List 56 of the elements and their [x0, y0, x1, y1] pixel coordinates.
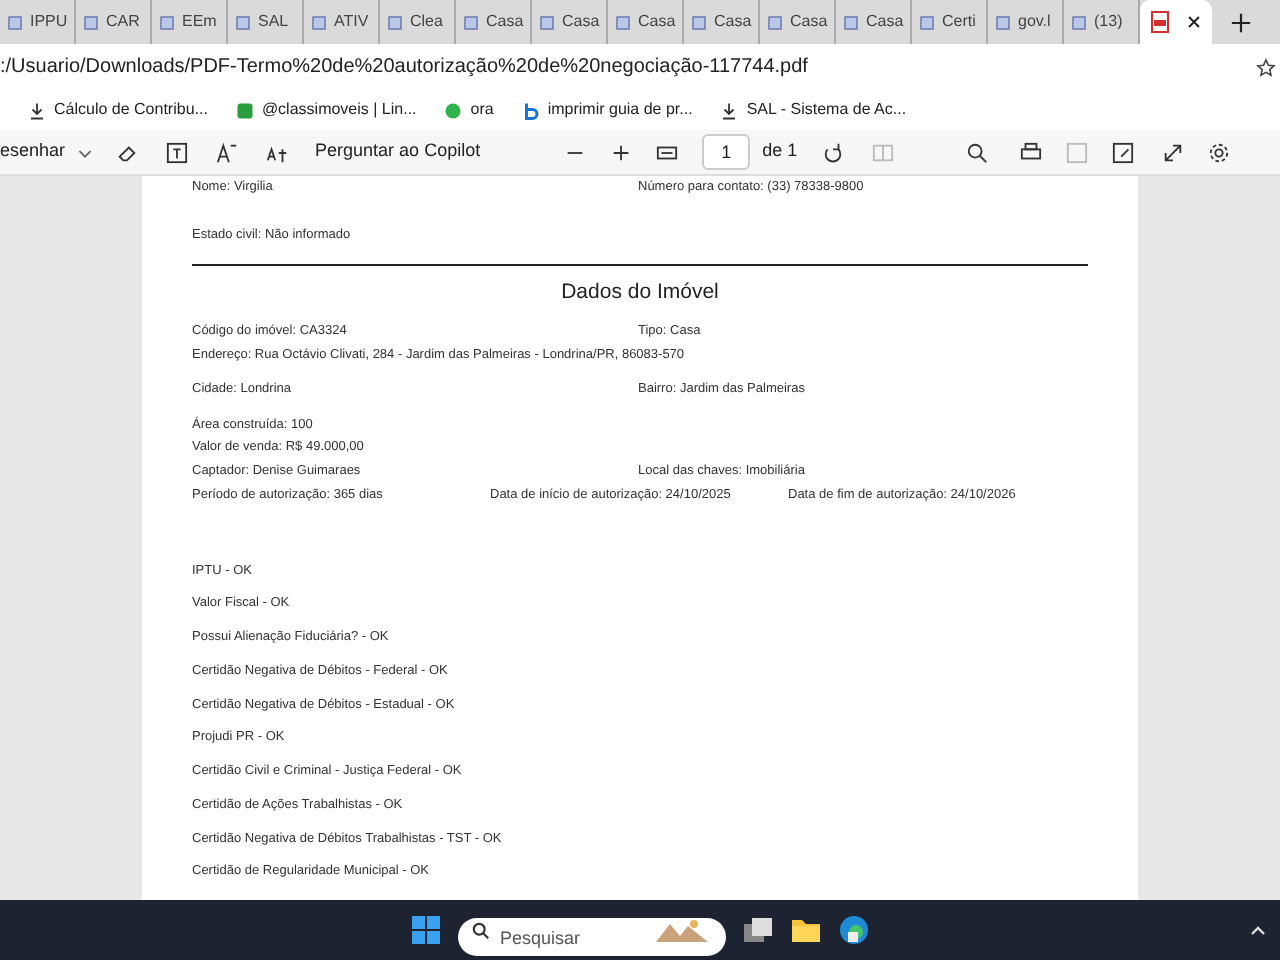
star-icon[interactable] — [1256, 57, 1276, 77]
new-tab-icon[interactable] — [1230, 11, 1252, 33]
page-icon — [690, 13, 708, 31]
site-icon — [521, 101, 540, 119]
download-icon — [28, 101, 46, 119]
bookmark-item[interactable]: ora — [444, 98, 494, 122]
site-icon — [444, 101, 463, 119]
draw-label[interactable]: esenhar — [0, 138, 66, 166]
folder-icon[interactable] — [790, 916, 822, 944]
search-icon — [472, 921, 490, 939]
page-icon — [82, 13, 100, 31]
search-icon[interactable] — [965, 141, 988, 163]
address-text: :/Usuario/Downloads/PDF-Termo%20de%20autorização%20de%20negociação-117744.pdf — [0, 54, 810, 82]
text-size-icon[interactable] — [215, 141, 238, 163]
active-tab[interactable] — [1140, 0, 1212, 44]
landscape-icon — [654, 917, 710, 943]
fit-width-icon[interactable] — [656, 141, 679, 163]
windows-logo-icon[interactable] — [410, 914, 442, 946]
rotate-icon[interactable] — [821, 141, 844, 163]
browser-icon[interactable] — [838, 914, 870, 946]
page-icon — [766, 13, 784, 31]
task-view-icon[interactable] — [742, 916, 774, 944]
text-box-icon[interactable] — [165, 141, 188, 163]
pdf-icon — [1148, 10, 1172, 34]
page-icon — [1070, 13, 1088, 31]
section-heading: Dados do Imóvel — [559, 277, 721, 307]
translate-icon[interactable] — [265, 141, 288, 163]
page-icon — [6, 13, 24, 31]
download-icon — [720, 101, 739, 119]
bookmark-item[interactable]: SAL - Sistema de Ac... — [720, 98, 907, 122]
page-icon — [614, 13, 632, 31]
page-icon — [918, 13, 936, 31]
page-number-field[interactable]: 1 — [702, 134, 751, 170]
expand-icon[interactable] — [1161, 141, 1184, 163]
print-icon[interactable] — [1019, 141, 1042, 163]
bookmark-item[interactable]: @classimoveis | Lin... — [235, 98, 417, 122]
page-icon — [310, 13, 328, 31]
page-count: de 1 — [762, 138, 798, 165]
close-icon[interactable] — [1184, 12, 1204, 32]
settings-icon[interactable] — [1207, 141, 1230, 163]
site-icon — [235, 101, 254, 119]
page-icon — [158, 13, 176, 31]
page-icon — [462, 13, 480, 31]
page-icon — [842, 13, 860, 31]
zoom-in-icon[interactable] — [610, 141, 633, 163]
taskbar-search-field[interactable]: Pesquisar — [458, 918, 726, 956]
bookmark-item[interactable]: Cálculo de Contribu... — [28, 98, 208, 122]
eraser-icon[interactable] — [115, 141, 138, 163]
page-icon — [386, 13, 404, 31]
chevron-up-icon[interactable] — [1248, 922, 1268, 938]
page-icon — [538, 13, 556, 31]
page-icon — [994, 13, 1012, 31]
save-as-icon[interactable] — [1111, 141, 1134, 163]
ask-copilot-button[interactable]: Perguntar ao Copilot — [315, 138, 481, 166]
bookmark-item[interactable]: imprimir guia de pr... — [521, 98, 693, 122]
page-icon — [234, 13, 252, 31]
